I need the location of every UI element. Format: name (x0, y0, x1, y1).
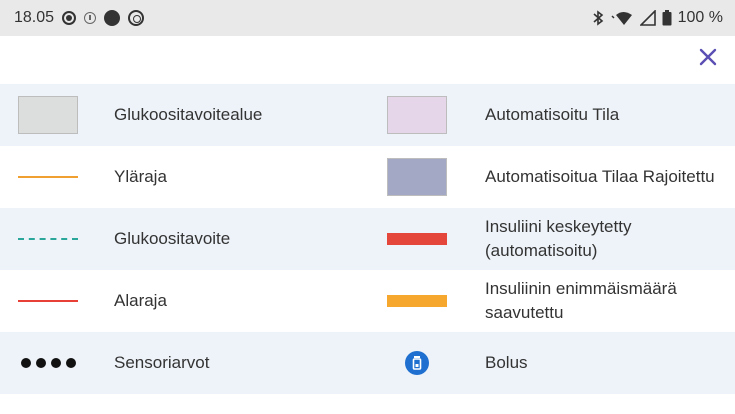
legend-row: Glukoositavoitealue Automatisoitu Tila (0, 84, 735, 146)
status-bar: 18.05 100 % (0, 0, 735, 36)
signal-icon (639, 10, 656, 26)
legend-label: Sensoriarvot (114, 353, 210, 372)
glucose-target-dashed-line (18, 238, 78, 240)
legend-item-ylaraja: Yläraja (0, 146, 367, 208)
target-range-swatch (18, 96, 78, 134)
legend-item-glukoositavoite: Glukoositavoite (0, 208, 367, 270)
record-icon (62, 11, 77, 25)
close-button[interactable] (695, 44, 721, 70)
legend-label: Automatisoitua Tilaa Rajoitettu (485, 167, 715, 186)
insulin-suspended-bar (387, 233, 447, 245)
header (0, 36, 735, 82)
legend-item-automatisoitu-tila: Automatisoitu Tila (367, 84, 735, 146)
legend-item-automatisoitua-tilaa-rajoitettu: Automatisoitua Tilaa Rajoitettu (367, 146, 735, 208)
legend-row: Yläraja Automatisoitua Tilaa Rajoitettu (0, 146, 735, 208)
filled-circle-icon (104, 10, 121, 26)
legend-label: Alaraja (114, 291, 167, 310)
legend: Glukoositavoitealue Automatisoitu Tila Y… (0, 84, 735, 394)
legend-label: Glukoositavoitealue (114, 105, 263, 124)
close-icon (699, 48, 717, 66)
automated-mode-swatch (387, 96, 447, 134)
legend-label: Automatisoitu Tila (485, 105, 620, 124)
time: 18.05 (14, 9, 55, 26)
legend-item-bolus: Bolus (367, 332, 735, 394)
target-ring-icon (128, 10, 145, 26)
legend-row: Alaraja Insuliinin enimmäismäärä saavute… (0, 270, 735, 332)
legend-label: Insuliinin enimmäismäärä saavutettu (485, 279, 677, 322)
bluetooth-icon (593, 10, 603, 26)
bolus-icon (405, 351, 429, 375)
status-right: 100 % (592, 9, 723, 27)
high-limit-line (18, 176, 78, 178)
legend-label: Bolus (485, 353, 528, 372)
legend-item-sensoriarvot: Sensoriarvot (0, 332, 367, 394)
legend-item-alaraja: Alaraja (0, 270, 367, 332)
low-limit-line (18, 300, 78, 302)
legend-label: Insuliini keskeytetty (automatisoitu) (485, 217, 632, 260)
legend-row: Sensoriarvot Bolus (0, 332, 735, 394)
legend-item-insuliini-keskeytetty: Insuliini keskeytetty (automatisoitu) (367, 208, 735, 270)
sensor-values-dots (20, 358, 76, 368)
battery-level: 100 % (677, 9, 723, 26)
legend-label: Yläraja (114, 167, 167, 186)
info-ring-icon (84, 12, 97, 24)
wifi-icon (611, 12, 632, 25)
legend-item-insuliinin-enimmaismaara: Insuliinin enimmäismäärä saavutettu (367, 270, 735, 332)
max-insulin-bar (387, 295, 447, 307)
battery-icon (662, 10, 672, 26)
legend-row: Glukoositavoite Insuliini keskeytetty (a… (0, 208, 735, 270)
legend-item-glukoositavoitealue: Glukoositavoitealue (0, 84, 367, 146)
legend-label: Glukoositavoite (114, 229, 231, 248)
automated-limited-swatch (387, 158, 447, 196)
status-left: 18.05 (14, 9, 145, 27)
